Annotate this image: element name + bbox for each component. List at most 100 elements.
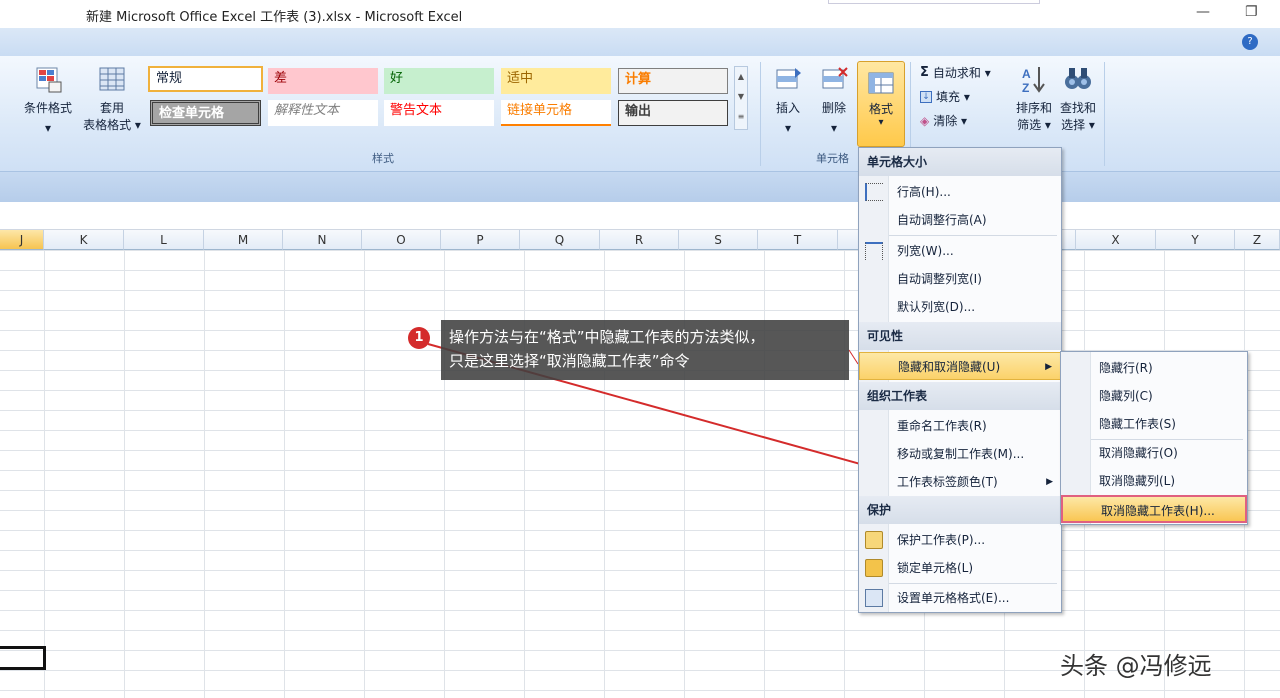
menu-item-tab-color[interactable]: 工作表标签颜色(T) ▶ <box>859 468 1061 496</box>
dropdown-arrow-icon: ▾ <box>830 121 838 135</box>
style-good[interactable]: 好 <box>384 68 494 94</box>
column-header-r[interactable]: R <box>600 230 679 250</box>
table-format-label-1: 套用 <box>99 101 124 115</box>
format-button[interactable]: 格式 ▾ <box>857 61 905 147</box>
column-header-t[interactable]: T <box>758 230 838 250</box>
table-format-icon <box>99 67 125 91</box>
eraser-icon: ◈ <box>920 113 930 128</box>
restore-icon[interactable]: ❐ <box>1245 4 1258 20</box>
style-gallery-scroll[interactable]: ▲ ▼ ≡ <box>734 66 748 130</box>
conditional-format-button[interactable]: 条件格式 ▾ <box>18 64 78 137</box>
column-header-q[interactable]: Q <box>520 230 600 250</box>
menu-item-move-copy[interactable]: 移动或复制工作表(M)... <box>859 440 1061 468</box>
sort-az-icon: A Z <box>1022 67 1045 95</box>
minimize-icon[interactable]: — <box>1196 4 1210 20</box>
column-header-m[interactable]: M <box>204 230 283 250</box>
group-separator <box>760 62 761 166</box>
autofit-row-label: 自动调整行高(A) <box>897 213 987 227</box>
callout-line-1: 操作方法与在“格式”中隐藏工作表的方法类似， <box>449 328 765 346</box>
svg-text:Z: Z <box>1022 81 1029 94</box>
dropdown-arrow-icon: ▾ <box>784 121 792 135</box>
style-explanatory[interactable]: 解释性文本 <box>268 100 378 126</box>
row-height-icon <box>865 183 883 201</box>
rename-sheet-label: 重命名工作表(R) <box>897 419 987 433</box>
table-format-label-2: 表格格式 ▾ <box>83 118 141 132</box>
menu-header-cell-size: 单元格大小 <box>859 148 1061 176</box>
submenu-item-hide-sheet[interactable]: 隐藏工作表(S) <box>1061 410 1247 438</box>
column-header-z[interactable]: Z <box>1235 230 1280 250</box>
column-header-l[interactable]: L <box>124 230 204 250</box>
help-icon[interactable]: ? <box>1242 34 1258 50</box>
column-header-n[interactable]: N <box>283 230 362 250</box>
dropdown-arrow-icon: ▾ <box>878 117 884 128</box>
column-header-o[interactable]: O <box>362 230 441 250</box>
menu-separator <box>889 235 1057 236</box>
menu-item-autofit-row[interactable]: 自动调整行高(A) <box>859 206 1061 234</box>
binoculars-icon <box>1065 68 1091 89</box>
move-copy-label: 移动或复制工作表(M)... <box>897 447 1025 461</box>
conditional-format-label: 条件格式 <box>23 101 72 115</box>
style-calculation[interactable]: 计算 <box>618 68 728 94</box>
conditional-format-icon <box>36 67 62 93</box>
group-separator <box>1104 62 1105 166</box>
style-bad[interactable]: 差 <box>268 68 378 94</box>
lock-icon <box>865 559 883 577</box>
formula-bar <box>0 202 1280 230</box>
table-format-button[interactable]: 套用 表格格式 ▾ <box>80 64 144 134</box>
style-normal[interactable]: 常规 <box>148 66 263 92</box>
column-header-x[interactable]: X <box>1076 230 1156 250</box>
style-warning[interactable]: 警告文本 <box>384 100 494 126</box>
format-cells-icon <box>868 72 894 94</box>
callout-line-2: 只是这里选择“取消隐藏工作表”命令 <box>449 352 690 370</box>
menu-item-format-cells[interactable]: 设置单元格格式(E)... <box>859 584 1061 612</box>
clear-button[interactable]: ◈ 清除 ▾ <box>920 112 967 129</box>
style-neutral[interactable]: 适中 <box>501 68 611 94</box>
menu-item-autofit-column[interactable]: 自动调整列宽(I) <box>859 265 1061 293</box>
delete-label: 删除 <box>821 101 846 115</box>
submenu-arrow-icon: ▶ <box>1045 362 1052 372</box>
submenu-item-unhide-rows[interactable]: 取消隐藏行(O) <box>1061 439 1247 467</box>
ribbon-tabs-bar: ? <box>0 28 1280 56</box>
style-output[interactable]: 输出 <box>618 100 728 126</box>
column-header-p[interactable]: P <box>441 230 520 250</box>
menu-item-column-width[interactable]: 列宽(W)... <box>859 237 1061 265</box>
submenu-item-unhide-sheet[interactable]: 取消隐藏工作表(H)... <box>1061 495 1247 523</box>
watermark: 头条 @冯修远 <box>1060 652 1212 680</box>
menu-item-hide-unhide[interactable]: 隐藏和取消隐藏(U) ▶ <box>859 352 1061 380</box>
unhide-rows-label: 取消隐藏行(O) <box>1099 446 1178 460</box>
find-select-button[interactable]: 查找和 选择 ▾ <box>1052 64 1104 134</box>
style-linked-cell[interactable]: 链接单元格 <box>501 100 611 126</box>
hide-unhide-label: 隐藏和取消隐藏(U) <box>898 360 1001 374</box>
column-header-j[interactable]: J <box>0 230 44 250</box>
menu-item-lock-cell[interactable]: 锁定单元格(L) <box>859 554 1061 582</box>
submenu-item-hide-rows[interactable]: 隐藏行(R) <box>1061 354 1247 382</box>
unhide-columns-label: 取消隐藏列(L) <box>1099 474 1176 488</box>
menu-item-rename-sheet[interactable]: 重命名工作表(R) <box>859 412 1061 440</box>
find-label-1: 查找和 <box>1059 101 1096 115</box>
column-header-k[interactable]: K <box>44 230 124 250</box>
format-label: 格式 <box>868 102 893 116</box>
insert-cells-icon <box>776 68 801 89</box>
submenu-item-unhide-columns[interactable]: 取消隐藏列(L) <box>1061 467 1247 495</box>
menu-item-protect-sheet[interactable]: 保护工作表(P)... <box>859 526 1061 554</box>
title-bar: 新建 Microsoft Office Excel 工作表 (3).xlsx -… <box>0 0 1280 28</box>
delete-cells-icon <box>822 67 848 89</box>
autosum-button[interactable]: Σ 自动求和 ▾ <box>920 64 991 81</box>
column-header-y[interactable]: Y <box>1156 230 1235 250</box>
submenu-item-hide-columns[interactable]: 隐藏列(C) <box>1061 382 1247 410</box>
style-check-cell[interactable]: 检查单元格 <box>150 100 261 126</box>
styles-group-label: 样式 <box>372 152 394 165</box>
fill-button[interactable]: ↓ 填充 ▾ <box>920 88 970 105</box>
title-bar-box <box>828 0 1040 4</box>
row-height-label: 行高(H)... <box>897 185 951 199</box>
submenu-arrow-icon: ▶ <box>1046 477 1053 487</box>
delete-button[interactable]: 删除 ▾ <box>812 64 856 137</box>
menu-item-default-width[interactable]: 默认列宽(D)... <box>859 293 1061 321</box>
menu-item-row-height[interactable]: 行高(H)... <box>859 178 1061 206</box>
column-header-s[interactable]: S <box>679 230 758 250</box>
insert-button[interactable]: 插入 ▾ <box>766 64 810 137</box>
autofit-column-label: 自动调整列宽(I) <box>897 272 982 286</box>
hide-rows-label: 隐藏行(R) <box>1099 361 1153 375</box>
menu-header-protect: 保护 <box>859 496 1061 524</box>
formula-bar-band <box>0 172 1280 202</box>
